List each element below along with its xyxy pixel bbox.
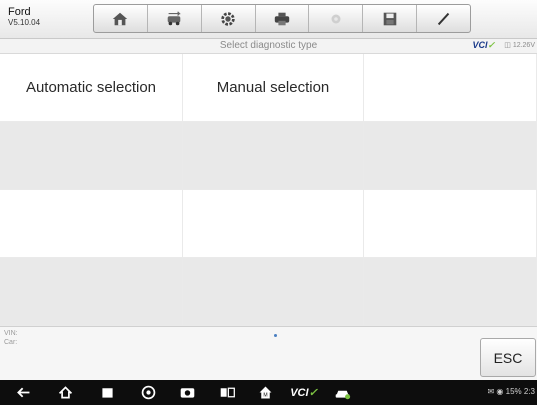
battery-icon: ◫ [504, 42, 511, 49]
vehicle-swap-icon [167, 10, 182, 25]
camera-button[interactable] [178, 384, 196, 401]
toolbar [93, 4, 471, 33]
vci-manager-button[interactable]: VCI ✓ [290, 384, 318, 401]
selection-grid: Automatic selection Manual selection [0, 54, 537, 326]
software-version: V5.10.04 [8, 18, 41, 27]
automatic-selection-label: Automatic selection [25, 79, 157, 96]
vci-prefix: VCI [472, 40, 488, 50]
vehicle-swap-button[interactable] [148, 5, 202, 32]
back-arrow-icon [16, 387, 29, 398]
empty-cell [0, 122, 183, 190]
recent-apps-button[interactable] [98, 384, 116, 401]
split-screen-icon [220, 387, 235, 398]
page-indicator-dot [274, 334, 277, 337]
annotate-button[interactable] [417, 5, 470, 32]
vehicle-info-panel: VIN: Car: ESC [0, 326, 537, 381]
camera-icon [180, 388, 194, 398]
empty-cell [364, 258, 537, 326]
vci-status: VCI✓ [472, 40, 495, 51]
empty-cell [183, 122, 364, 190]
empty-cell [0, 190, 183, 258]
home-icon [113, 12, 128, 25]
car-label: Car: [4, 339, 18, 346]
nav-home-button[interactable] [56, 384, 74, 401]
browser-button[interactable] [139, 384, 157, 401]
vehicle-button[interactable] [333, 384, 351, 401]
empty-cell [183, 258, 364, 326]
battery-voltage: ◫ 12.26V [504, 41, 535, 49]
app-home-button[interactable]: M [256, 384, 274, 401]
page-title: Select diagnostic type [219, 40, 318, 51]
manual-selection-label: Manual selection [216, 79, 330, 96]
gear-icon [221, 11, 235, 26]
save-icon [383, 12, 397, 25]
vin-label: VIN: [4, 330, 18, 337]
printer-icon [274, 12, 290, 25]
top-bar: Ford V5.10.04 [0, 0, 537, 39]
multitask-button[interactable] [218, 384, 236, 401]
battery-voltage-value: 12.26V [512, 42, 535, 49]
help-icon [331, 14, 341, 23]
car-icon [335, 390, 350, 400]
pen-icon [437, 12, 449, 25]
settings-button[interactable] [202, 5, 256, 32]
subtitle-bar: Select diagnostic type VCI✓ ◫ 12.26V [0, 39, 537, 54]
message-icon: ✉ [487, 387, 495, 396]
system-nav-bar: M VCI ✓ ✉ ◉ 15% 2:3 [0, 380, 537, 405]
wifi-icon: ◉ [496, 387, 504, 396]
empty-cell [364, 190, 537, 258]
back-button[interactable] [14, 384, 32, 401]
battery-status: 15% 2:3 [505, 387, 535, 396]
empty-cell [364, 54, 537, 122]
status-area: ✉ ◉ 15% 2:3 [487, 387, 535, 396]
print-button[interactable] [256, 5, 310, 32]
chrome-icon [141, 385, 155, 400]
esc-button[interactable]: ESC [480, 338, 536, 377]
empty-cell [0, 258, 183, 326]
home-button[interactable] [94, 5, 148, 32]
brand: Ford V5.10.04 [8, 6, 40, 28]
vci-check-icon: ✓ [308, 387, 318, 399]
vehicle-make: Ford [8, 6, 31, 18]
save-button[interactable] [363, 5, 418, 32]
vci-label: VCI [290, 386, 309, 399]
svg-text:M: M [263, 393, 267, 399]
home-icon: M [259, 386, 271, 399]
manual-selection-button[interactable]: Manual selection [183, 54, 364, 122]
recent-apps-icon [101, 388, 113, 398]
empty-cell [364, 122, 537, 190]
help-button[interactable] [309, 5, 364, 32]
automatic-selection-button[interactable]: Automatic selection [0, 54, 183, 122]
vci-check-icon: ✓ [487, 40, 495, 50]
empty-cell [183, 190, 364, 258]
home-icon [58, 386, 72, 399]
